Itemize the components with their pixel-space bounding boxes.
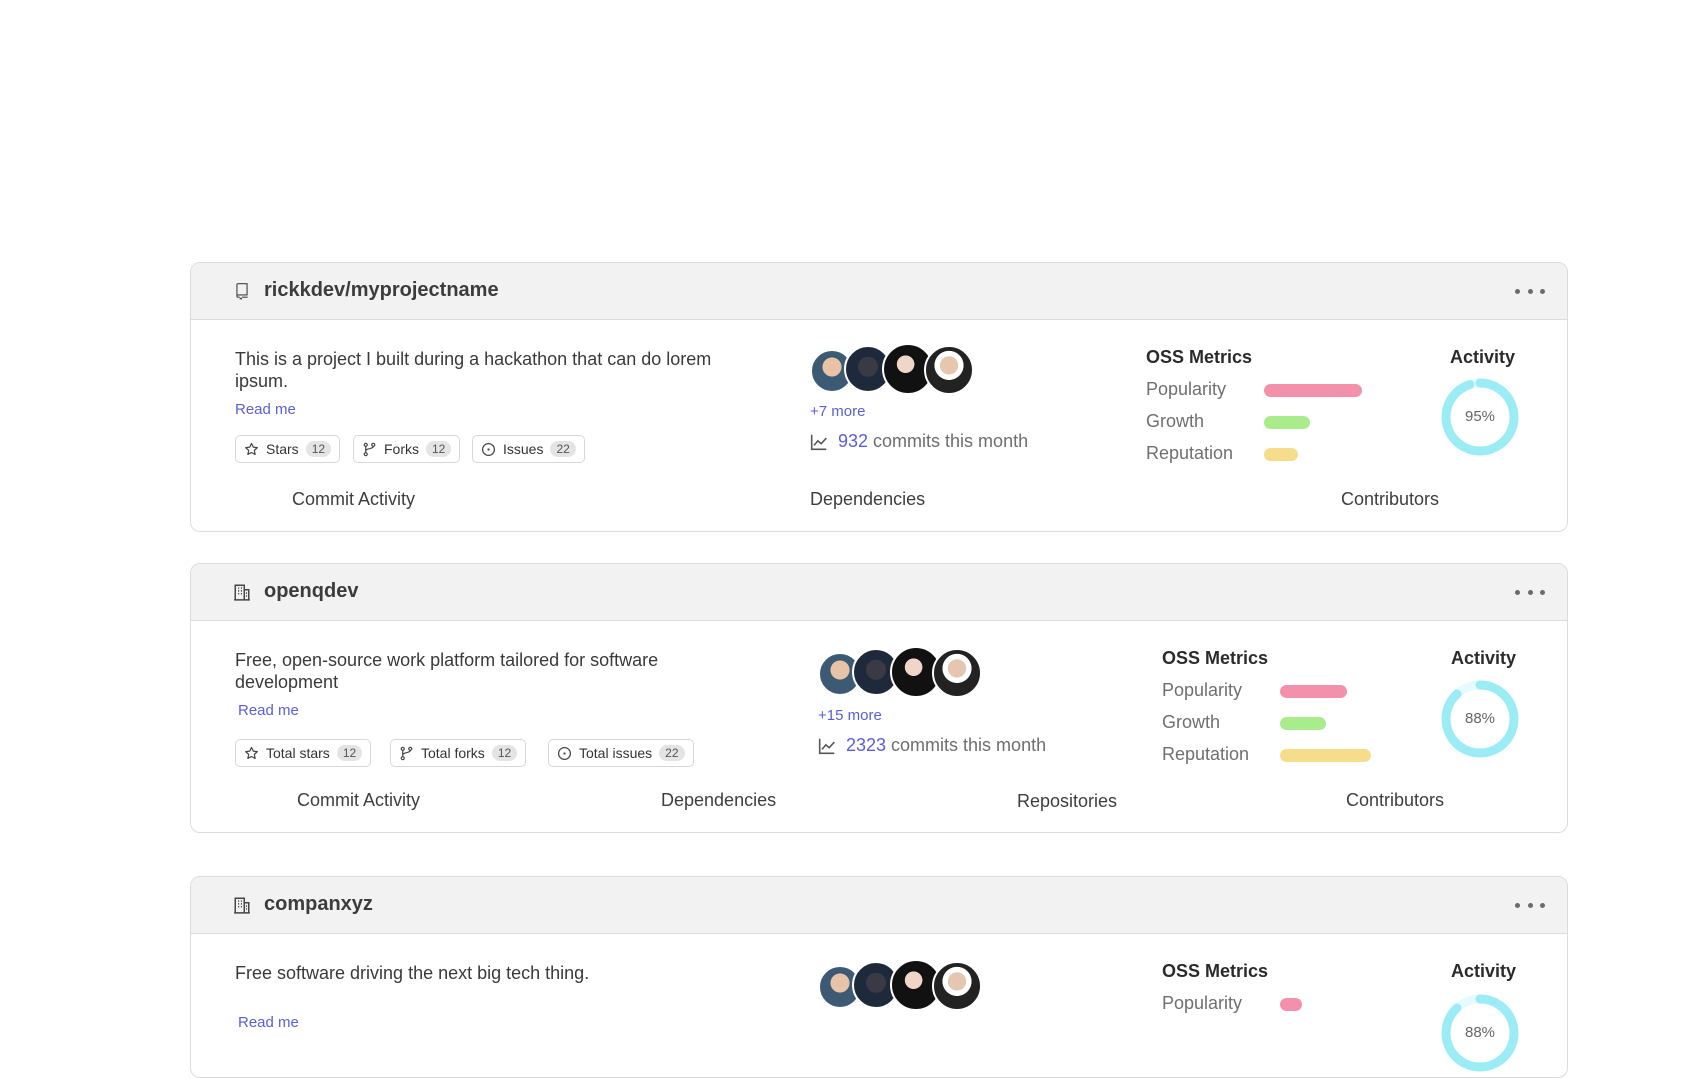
avatar[interactable]: [924, 345, 974, 395]
growth-bar: [1264, 416, 1310, 429]
total-issues-pill[interactable]: Total issues 22: [548, 739, 694, 767]
pill-label: Total issues: [579, 745, 653, 761]
reputation-bar: [1280, 749, 1371, 762]
more-options-button[interactable]: [1515, 279, 1545, 303]
commits-count: 2323: [846, 735, 887, 755]
metric-label-reputation: Reputation: [1162, 744, 1250, 764]
pill-count: 12: [426, 441, 452, 457]
dependencies-link[interactable]: Dependencies: [810, 489, 925, 510]
contributor-avatars[interactable]: [810, 343, 990, 395]
star-icon: [245, 746, 258, 759]
activity-title: Activity: [1451, 648, 1517, 668]
pill-label: Stars: [266, 441, 299, 457]
project-card-openqdev: openqdev Free, open-source work platform…: [190, 563, 1568, 833]
growth-bar: [1280, 717, 1326, 730]
metric-label-popularity: Popularity: [1162, 680, 1243, 700]
card-title[interactable]: companxyz: [264, 893, 373, 916]
more-options-button[interactable]: [1515, 893, 1545, 917]
commits-count: 932: [838, 431, 869, 451]
metric-label-popularity: Popularity: [1162, 993, 1243, 1013]
contributors-link[interactable]: Contributors: [1346, 790, 1444, 811]
pill-count: 22: [550, 441, 576, 457]
metric-label-reputation: Reputation: [1146, 443, 1234, 463]
commits-this-month: 932 commits this month: [810, 431, 1028, 452]
trend-chart-icon: [818, 738, 835, 754]
oss-metrics-title: OSS Metrics: [1162, 648, 1269, 668]
metric-label-growth: Growth: [1146, 411, 1205, 431]
oss-metrics-title: OSS Metrics: [1146, 347, 1253, 367]
pill-label: Issues: [503, 441, 544, 457]
total-forks-pill[interactable]: Total forks 12: [390, 739, 527, 767]
dependencies-link[interactable]: Dependencies: [661, 790, 776, 811]
pill-count: 12: [336, 745, 363, 761]
popularity-bar: [1280, 685, 1347, 698]
pill-count: 22: [659, 745, 685, 761]
contributors-link[interactable]: Contributors: [1341, 489, 1439, 510]
pill-label: Forks: [384, 441, 419, 457]
project-description: Free, open-source work platform tailored…: [235, 650, 659, 692]
project-card-companxyz: companxyz Free software driving the next…: [190, 876, 1568, 1078]
popularity-bar: [1264, 384, 1362, 397]
activity-percent: 88%: [1464, 710, 1496, 727]
project-description: Free software driving the next big tech …: [235, 963, 590, 983]
popularity-bar: [1280, 998, 1302, 1011]
organization-icon: [234, 897, 250, 914]
project-description: This is a project I built during a hacka…: [235, 349, 712, 391]
commits-this-month: 2323 commits this month: [818, 735, 1046, 756]
issues-pill[interactable]: Issues 22: [472, 435, 585, 463]
card-header: rickkdev/myprojectname: [191, 263, 1567, 320]
card-title[interactable]: openqdev: [264, 580, 358, 603]
activity-title: Activity: [1451, 961, 1517, 981]
total-stars-pill[interactable]: Total stars 12: [235, 739, 372, 767]
more-contributors-link[interactable]: +15 more: [818, 707, 882, 724]
commit-activity-link[interactable]: Commit Activity: [297, 790, 420, 811]
reputation-bar: [1264, 448, 1298, 461]
repositories-link[interactable]: Repositories: [1017, 791, 1117, 812]
activity-percent: 95%: [1464, 408, 1496, 425]
issue-icon: [557, 746, 572, 760]
activity-percent: 88%: [1464, 1024, 1496, 1041]
card-header: openqdev: [191, 564, 1567, 621]
fork-icon: [400, 746, 413, 760]
contributor-avatars[interactable]: [818, 646, 998, 698]
project-card-rickkdev: rickkdev/myprojectname This is a project…: [190, 262, 1568, 532]
readme-link[interactable]: Read me: [235, 401, 296, 418]
repo-icon: [236, 283, 248, 300]
pill-count: 12: [491, 745, 518, 761]
more-options-button[interactable]: [1515, 580, 1545, 604]
organization-icon: [234, 584, 250, 601]
fork-icon: [363, 442, 376, 456]
oss-metrics-title: OSS Metrics: [1162, 961, 1269, 981]
avatar[interactable]: [932, 648, 982, 698]
card-header: companxyz: [191, 877, 1567, 934]
card-title[interactable]: rickkdev/myprojectname: [264, 279, 499, 302]
metric-label-growth: Growth: [1162, 712, 1221, 732]
activity-title: Activity: [1450, 347, 1516, 367]
more-contributors-link[interactable]: +7 more: [810, 403, 865, 420]
readme-link[interactable]: Read me: [238, 702, 299, 719]
commits-text: commits this month: [891, 735, 1047, 755]
pill-label: Total forks: [421, 745, 485, 761]
stars-pill[interactable]: Stars 12: [235, 435, 341, 463]
contributor-avatars[interactable]: [818, 959, 998, 1011]
trend-chart-icon: [810, 434, 827, 450]
commits-text: commits this month: [873, 431, 1029, 451]
avatar[interactable]: [932, 961, 982, 1011]
metric-label-popularity: Popularity: [1146, 379, 1227, 399]
readme-link[interactable]: Read me: [238, 1014, 299, 1031]
forks-pill[interactable]: Forks 12: [353, 435, 461, 463]
issue-icon: [481, 442, 496, 456]
pill-label: Total stars: [266, 745, 330, 761]
pill-count: 12: [305, 441, 332, 457]
star-icon: [245, 442, 258, 455]
commit-activity-link[interactable]: Commit Activity: [292, 489, 415, 510]
